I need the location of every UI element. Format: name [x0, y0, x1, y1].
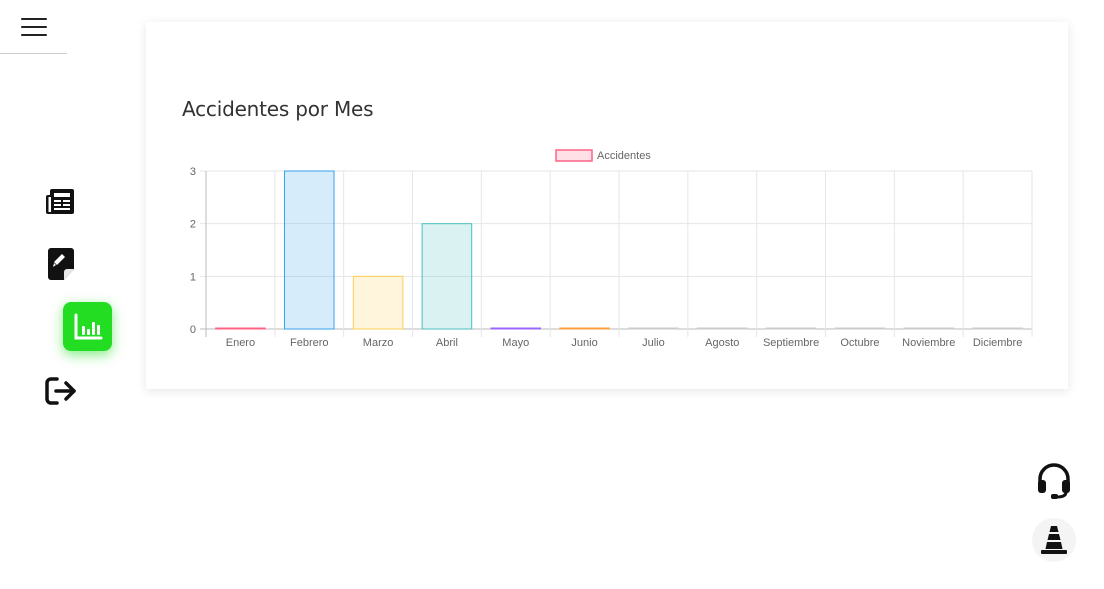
- y-tick-label: 3: [190, 166, 196, 178]
- x-tick-label: Octubre: [840, 337, 879, 349]
- y-tick-label: 0: [190, 324, 196, 336]
- bar-abril: [421, 223, 473, 330]
- x-tick-label: Mayo: [502, 337, 529, 349]
- document-edit-icon: [48, 248, 74, 280]
- x-tick-label: Noviembre: [902, 337, 955, 349]
- bar-junio: [559, 327, 610, 330]
- bar-octubre: [834, 327, 886, 330]
- traffic-cone-button[interactable]: [1032, 518, 1076, 562]
- chart-icon: [74, 313, 102, 339]
- sidebar-item-report[interactable]: [44, 246, 78, 282]
- bar-febrero: [283, 170, 335, 330]
- newspaper-icon: [46, 189, 74, 214]
- headset-icon: [1038, 463, 1070, 499]
- support-button[interactable]: [1034, 461, 1074, 501]
- sidebar-item-news[interactable]: [42, 184, 78, 220]
- x-tick-label: Enero: [226, 337, 255, 349]
- menu-toggle-button[interactable]: [0, 0, 67, 54]
- x-tick-label: Julio: [642, 337, 665, 349]
- bar-agosto: [696, 327, 748, 330]
- bar-julio: [628, 327, 679, 330]
- x-tick-label: Diciembre: [973, 337, 1023, 349]
- x-tick-label: Abril: [436, 337, 458, 349]
- x-tick-label: Febrero: [290, 337, 329, 349]
- sidebar-item-stats[interactable]: [63, 302, 112, 351]
- x-tick-label: Septiembre: [763, 337, 819, 349]
- accidents-bar-chart: 0 1 2 3 Enero Febrero Marzo Abril Mayo Junio Julio…: [190, 149, 1033, 349]
- x-tick-label: Junio: [571, 337, 597, 349]
- chart-card: Accidentes por Mes 0 1 2 3 Enero Febrero Marzo…: [146, 22, 1068, 389]
- hamburger-icon-line: [21, 26, 47, 28]
- x-tick-label: Agosto: [705, 337, 739, 349]
- sidebar-item-logout[interactable]: [42, 374, 80, 408]
- hamburger-icon-line: [21, 18, 47, 20]
- traffic-cone-icon: [1041, 526, 1067, 554]
- hamburger-icon-line: [21, 34, 47, 36]
- legend-label: Accidentes: [597, 150, 651, 162]
- bar-mayo: [490, 327, 542, 330]
- bar-marzo: [352, 275, 404, 330]
- legend-swatch: [555, 149, 593, 162]
- bar-septiembre: [765, 327, 817, 330]
- bar-noviembre: [903, 327, 955, 330]
- logout-icon: [45, 377, 76, 405]
- bar-diciembre: [972, 327, 1023, 330]
- y-tick-label: 2: [190, 219, 196, 231]
- y-tick-label: 1: [190, 271, 196, 283]
- bar-enero: [215, 327, 266, 330]
- x-tick-label: Marzo: [363, 337, 394, 349]
